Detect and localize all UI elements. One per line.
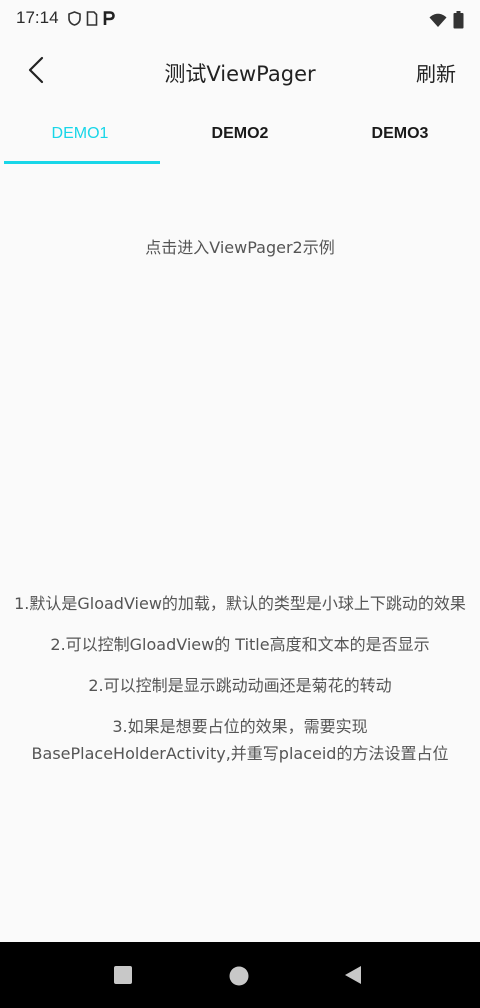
back-triangle-icon (344, 966, 362, 989)
info-line-4: 3.如果是想要占位的效果，需要实现BasePlaceHolderActivity… (31, 717, 449, 763)
recents-square-icon (114, 966, 132, 988)
tab-bar: DEMO1 DEMO2 DEMO3 (0, 104, 480, 166)
shield-icon (68, 11, 81, 30)
tab-indicator (4, 161, 160, 164)
parking-p-icon (103, 11, 115, 30)
status-time: 17:14 (16, 8, 59, 27)
home-circle-icon (229, 966, 249, 990)
back-nav-button[interactable] (344, 965, 362, 989)
tab-label: DEMO1 (51, 125, 109, 142)
home-button[interactable] (229, 966, 249, 990)
viewpager2-demo-link[interactable]: 点击进入ViewPager2示例 (0, 234, 480, 258)
page-title: 测试ViewPager (164, 62, 316, 86)
tab-demo3[interactable]: DEMO3 (320, 104, 480, 166)
sim-icon (86, 11, 98, 30)
page-content: 点击进入ViewPager2示例 1.默认是GloadView的加载，默认的类型… (0, 166, 480, 942)
wifi-icon (429, 13, 447, 32)
status-right-icons (429, 11, 464, 33)
tab-demo2[interactable]: DEMO2 (160, 104, 320, 166)
system-nav-bar (0, 942, 480, 1008)
screen: 17:14 测试ViewPager 刷新 DEMO1 DEMO2 DEMO3 点… (0, 0, 480, 1008)
tab-label: DEMO2 (211, 125, 269, 142)
info-line-2: 2.可以控制GloadView的 Title高度和文本的是否显示 (50, 635, 430, 654)
battery-icon (453, 11, 464, 33)
status-left-icons (68, 11, 115, 30)
toolbar: 测试ViewPager 刷新 (0, 40, 480, 104)
info-text-block: 1.默认是GloadView的加载，默认的类型是小球上下跳动的效果 2.可以控制… (0, 590, 480, 781)
status-bar: 17:14 (0, 0, 480, 40)
refresh-button[interactable]: 刷新 (416, 58, 456, 87)
tab-demo1[interactable]: DEMO1 (0, 104, 160, 166)
recents-button[interactable] (114, 966, 132, 988)
tab-label: DEMO3 (371, 125, 429, 142)
info-line-1: 1.默认是GloadView的加载，默认的类型是小球上下跳动的效果 (14, 594, 466, 613)
info-line-3: 2.可以控制是显示跳动动画还是菊花的转动 (88, 676, 392, 695)
